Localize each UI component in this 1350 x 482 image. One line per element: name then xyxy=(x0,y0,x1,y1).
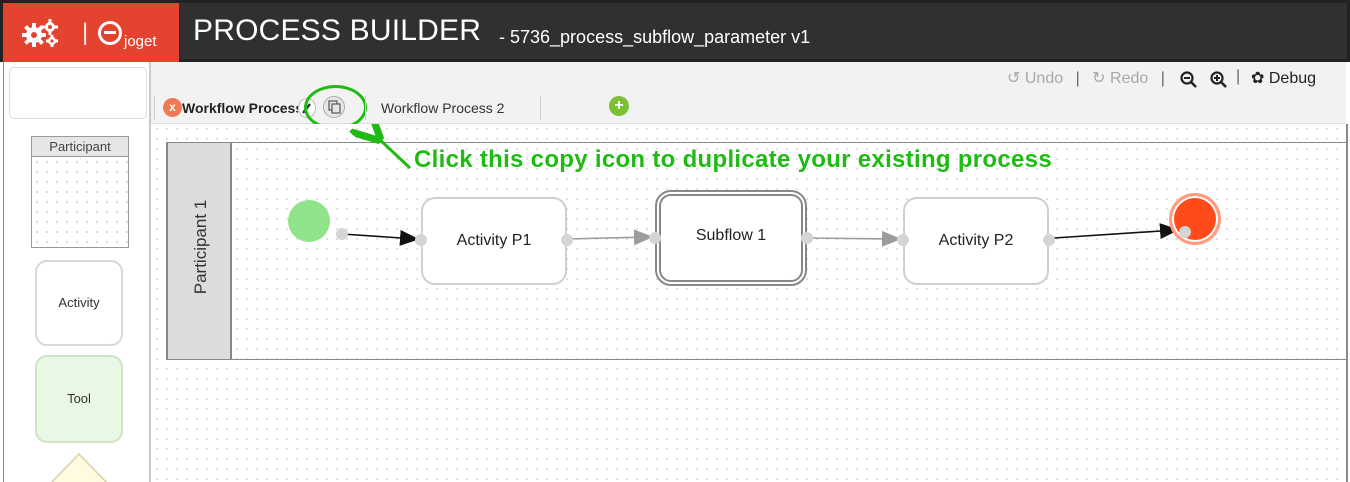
palette-header-box xyxy=(9,67,147,119)
tab-divider xyxy=(365,96,366,120)
process-canvas[interactable]: Participant 1 Activity P1 Subflow 1 Acti… xyxy=(152,124,1348,482)
start-event[interactable] xyxy=(288,200,330,242)
plus-icon[interactable]: + xyxy=(609,96,629,116)
debug-label: Debug xyxy=(1268,70,1317,87)
tab-workflow-process-1[interactable]: Workflow Process 1 xyxy=(182,100,298,116)
toolbar-separator: | xyxy=(1075,70,1080,87)
toolbar-separator: | xyxy=(1160,70,1165,87)
connection-port[interactable] xyxy=(561,234,573,246)
logo-separator: | xyxy=(82,19,89,46)
zoom-in-icon[interactable] xyxy=(1210,71,1228,89)
undo-redo-group: ↺ Undo | ↻ Redo | xyxy=(1007,68,1173,88)
sequence-flow xyxy=(565,229,654,246)
tutorial-annotation: Click this copy icon to duplicate your e… xyxy=(414,146,1052,173)
page-title: PROCESS BUILDER xyxy=(193,14,482,47)
tab-divider xyxy=(540,96,541,120)
sequence-flow xyxy=(1053,223,1180,240)
flow-connectors xyxy=(341,124,1180,247)
undo-button[interactable]: ↺ Undo xyxy=(1007,70,1063,87)
process-tab-bar: ↺ Undo | ↻ Redo | | ✿ Debug x Workflow P… xyxy=(151,62,1346,130)
process-subtitle: - 5736_process_subflow_parameter v1 xyxy=(499,27,811,47)
connection-port[interactable] xyxy=(1179,226,1191,238)
undo-icon: ↺ xyxy=(1007,70,1021,87)
element-palette: Participant Activity Tool xyxy=(3,62,151,482)
connection-port[interactable] xyxy=(801,232,813,244)
palette-route[interactable] xyxy=(46,452,112,482)
sequence-flow xyxy=(341,229,420,246)
connection-port[interactable] xyxy=(649,232,661,244)
tab-divider xyxy=(154,96,155,120)
activity-p1[interactable]: Activity P1 xyxy=(421,197,567,285)
annotation-arrow xyxy=(377,137,412,170)
close-icon[interactable]: x xyxy=(163,98,182,117)
toolbar-separator: | xyxy=(1236,68,1241,85)
debug-button[interactable]: ✿ Debug xyxy=(1251,68,1316,88)
palette-participant-label: Participant xyxy=(32,137,128,157)
redo-icon: ↻ xyxy=(1092,70,1106,87)
gear-icon: ✿ xyxy=(1251,70,1265,87)
connection-port[interactable] xyxy=(1043,234,1055,246)
brand-area: | joget xyxy=(3,3,179,62)
connection-port[interactable] xyxy=(336,228,348,240)
joget-logo-icon: joget xyxy=(98,17,176,51)
palette-activity[interactable]: Activity xyxy=(35,260,123,346)
subflow-1[interactable]: Subflow 1 xyxy=(655,190,807,286)
zoom-out-icon[interactable] xyxy=(1180,71,1198,89)
tab-workflow-process-2[interactable]: Workflow Process 2 xyxy=(381,100,504,116)
connection-port[interactable] xyxy=(897,234,909,246)
end-event[interactable] xyxy=(1169,193,1221,245)
redo-button[interactable]: ↻ Redo xyxy=(1092,70,1148,87)
activity-p2[interactable]: Activity P2 xyxy=(903,197,1049,285)
brand-name: joget xyxy=(124,33,157,50)
app-header: | joget PROCESS BUILDER - 5736_process_s… xyxy=(0,0,1350,62)
connection-port[interactable] xyxy=(415,234,427,246)
palette-tool[interactable]: Tool xyxy=(35,355,123,443)
sequence-flow xyxy=(806,230,902,247)
palette-participant[interactable]: Participant xyxy=(31,136,129,248)
gear-logo-icon xyxy=(22,19,58,47)
